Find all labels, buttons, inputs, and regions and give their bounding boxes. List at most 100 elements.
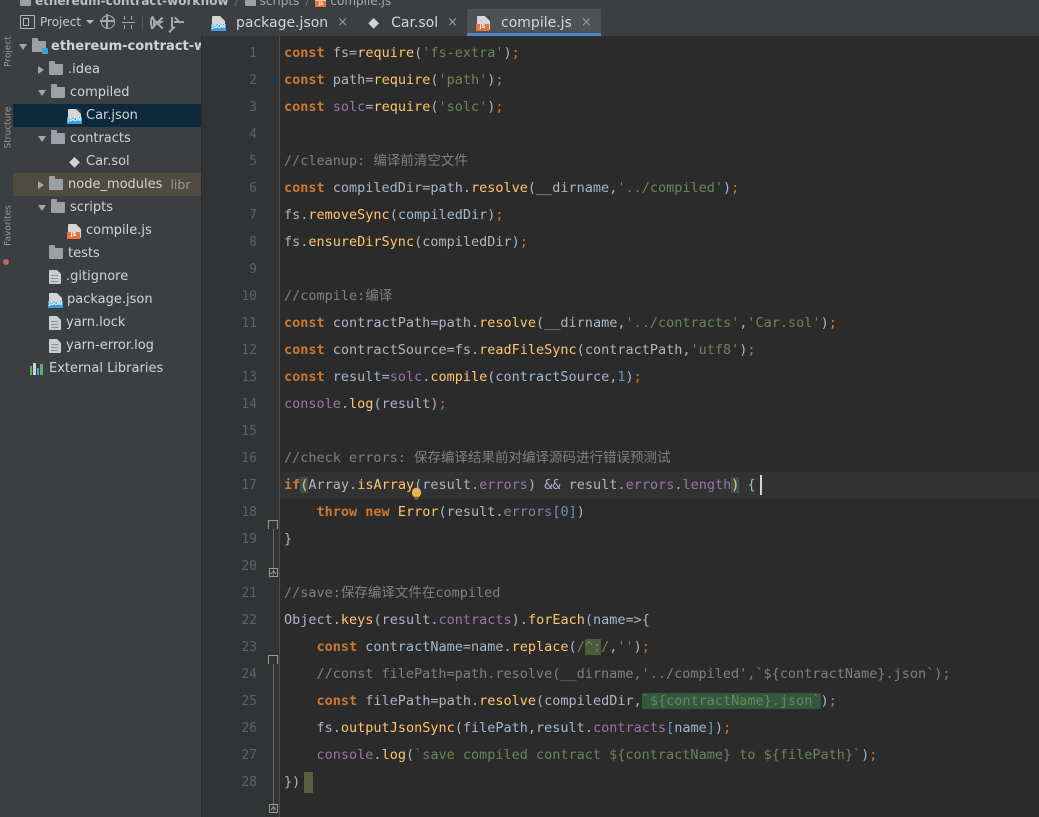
close-icon[interactable]: ×: [447, 15, 458, 30]
line-number: 21: [241, 586, 257, 601]
code-line[interactable]: fs.outputJsonSync(filePath,result.contra…: [280, 715, 732, 742]
tree-node-node-modules[interactable]: node_modules libr: [13, 173, 201, 196]
text-file-icon: [49, 315, 61, 330]
tool-window-strip: Project Structure Favorites: [0, 9, 14, 817]
tree-toggle-right-icon[interactable]: [38, 65, 44, 74]
fold-marker-open-if[interactable]: [268, 520, 278, 529]
tree-toggle-down-icon[interactable]: [38, 89, 46, 96]
code-line[interactable]: const compiledDir=path.resolve(__dirname…: [280, 175, 739, 202]
code-editor[interactable]: 1 2 3 4 5 6 7 8 9 10 11 12 13 14 15 16 17 18 19 20 21 22 23 24 2…: [202, 36, 1039, 817]
tree-node-yarn-error-log[interactable]: yarn-error.log: [13, 334, 201, 357]
project-tree[interactable]: ethereum-contract-w .idea compiled Car.json…: [13, 35, 202, 817]
hide-panel-icon[interactable]: [168, 16, 185, 33]
line-number: 16: [241, 451, 257, 466]
code-line[interactable]: throw new Error(result.errors[0]): [280, 499, 585, 526]
code-line[interactable]: Object.keys(result.contracts).forEach(na…: [280, 607, 650, 634]
code-line[interactable]: const path=require('path');: [280, 67, 504, 94]
code-line[interactable]: const contractPath=path.resolve(__dirnam…: [280, 310, 837, 337]
tree-node-tests[interactable]: tests: [13, 242, 201, 265]
settings-gear-icon[interactable]: [150, 15, 165, 29]
code-line[interactable]: //check errors: 保存编译结果前对编译源码进行错误预测试: [280, 445, 671, 472]
fold-marker-end-if[interactable]: [269, 568, 278, 577]
line-number: 2: [249, 73, 257, 88]
tree-node-package-json[interactable]: package.json: [13, 288, 201, 311]
solidity-file-icon: ◆: [368, 14, 379, 31]
tree-node-label: contracts: [70, 131, 131, 146]
code-line[interactable]: //cleanup: 编译前清空文件: [280, 148, 468, 175]
project-view-dropdown[interactable]: Project: [20, 15, 95, 29]
tree-node-car-sol[interactable]: ◆ Car.sol: [13, 150, 201, 173]
close-icon[interactable]: ×: [337, 15, 348, 30]
fold-marker-end-foreach[interactable]: [269, 804, 278, 813]
line-number: 17: [241, 478, 257, 493]
breadcrumb-item-scripts[interactable]: scripts: [244, 0, 299, 8]
code-line[interactable]: [280, 121, 284, 148]
code-line[interactable]: //save:保存编译文件在compiled: [280, 580, 500, 607]
code-line[interactable]: console.log(result);: [280, 391, 447, 418]
scroll-from-source-icon[interactable]: [100, 14, 116, 29]
tree-node-label: External Libraries: [49, 361, 164, 376]
code-line[interactable]: fs.ensureDirSync(compiledDir);: [280, 229, 528, 256]
tree-node-contracts[interactable]: contracts: [13, 127, 201, 150]
code-line[interactable]: //compile:编译: [280, 283, 392, 310]
project-panel-title: Project: [40, 15, 82, 29]
tree-toggle-down-icon[interactable]: [38, 204, 46, 211]
breadcrumb-item-project[interactable]: ethereum-contract-workflow: [20, 0, 229, 8]
code-folding-column[interactable]: [266, 36, 280, 817]
code-line[interactable]: //const filePath=path.resolve(__dirname,…: [280, 661, 951, 688]
tab-label: package.json: [236, 14, 329, 31]
line-number: 23: [241, 640, 257, 655]
tree-node-scripts[interactable]: scripts: [13, 196, 201, 219]
code-line[interactable]: [280, 553, 284, 580]
json-file-icon: [211, 15, 226, 31]
code-line[interactable]: [280, 418, 284, 445]
js-file-icon: [315, 0, 327, 7]
folder-module-icon: [32, 38, 48, 54]
solidity-file-icon: ◆: [69, 153, 80, 170]
tree-node-note: libr: [170, 177, 191, 192]
code-line[interactable]: }: [280, 526, 292, 553]
code-line[interactable]: const filePath=path.resolve(compiledDir,…: [280, 688, 837, 715]
tree-toggle-down-icon[interactable]: [38, 135, 46, 142]
tree-node-yarn-lock[interactable]: yarn.lock: [13, 311, 201, 334]
tree-node-label: compiled: [70, 85, 130, 100]
code-line[interactable]: const contractName=name.replace(/^:/,'')…: [280, 634, 650, 661]
code-line[interactable]: const solc=require('solc');: [280, 94, 504, 121]
fold-marker-open-foreach[interactable]: [268, 655, 278, 664]
breadcrumb-label: compile.js: [330, 0, 392, 8]
line-number: 27: [241, 748, 257, 763]
line-number: 3: [249, 100, 257, 115]
tree-node-compile-js[interactable]: compile.js: [13, 219, 201, 242]
code-content[interactable]: const fs=require('fs-extra'); const path=…: [280, 36, 1039, 817]
tree-toggle-right-icon[interactable]: [38, 180, 44, 189]
tree-toggle-down-icon[interactable]: [19, 43, 27, 50]
code-line[interactable]: fs.removeSync(compiledDir);: [280, 202, 504, 229]
tree-node--gitignore[interactable]: .gitignore: [13, 265, 201, 288]
block-cursor: [304, 772, 314, 793]
chevron-down-icon: [86, 20, 95, 24]
line-number: 10: [241, 289, 257, 304]
breadcrumb-item-file[interactable]: compile.js: [315, 0, 391, 8]
tree-node--idea[interactable]: .idea: [13, 58, 201, 81]
tree-node-label: tests: [68, 246, 100, 261]
code-line[interactable]: }): [280, 769, 300, 796]
tab-compile-js[interactable]: compile.js ×: [467, 9, 601, 36]
code-line[interactable]: const contractSource=fs.readFileSync(con…: [280, 337, 756, 364]
tab-package-json[interactable]: package.json ×: [202, 9, 357, 36]
tree-node-label: node_modules: [68, 177, 163, 192]
tree-node-label: .gitignore: [66, 269, 129, 284]
tree-node-external-libraries[interactable]: External Libraries: [13, 357, 201, 380]
collapse-all-icon[interactable]: [122, 15, 136, 29]
close-icon[interactable]: ×: [581, 15, 592, 30]
code-line[interactable]: [280, 256, 284, 283]
code-line[interactable]: console.log(`save compiled contract ${co…: [280, 742, 878, 769]
line-number: 8: [249, 235, 257, 250]
code-line[interactable]: if(Array.isArray(result.errors) && resul…: [280, 472, 756, 499]
code-line[interactable]: const fs=require('fs-extra');: [280, 40, 520, 67]
line-number: 25: [241, 694, 257, 709]
tree-node-ethereum-contract-w[interactable]: ethereum-contract-w: [13, 35, 201, 58]
tab-car-sol[interactable]: ◆ Car.sol ×: [357, 9, 467, 36]
tree-node-car-json[interactable]: Car.json: [13, 104, 201, 127]
tree-node-compiled[interactable]: compiled: [13, 81, 201, 104]
code-line[interactable]: const result=solc.compile(contractSource…: [280, 364, 642, 391]
